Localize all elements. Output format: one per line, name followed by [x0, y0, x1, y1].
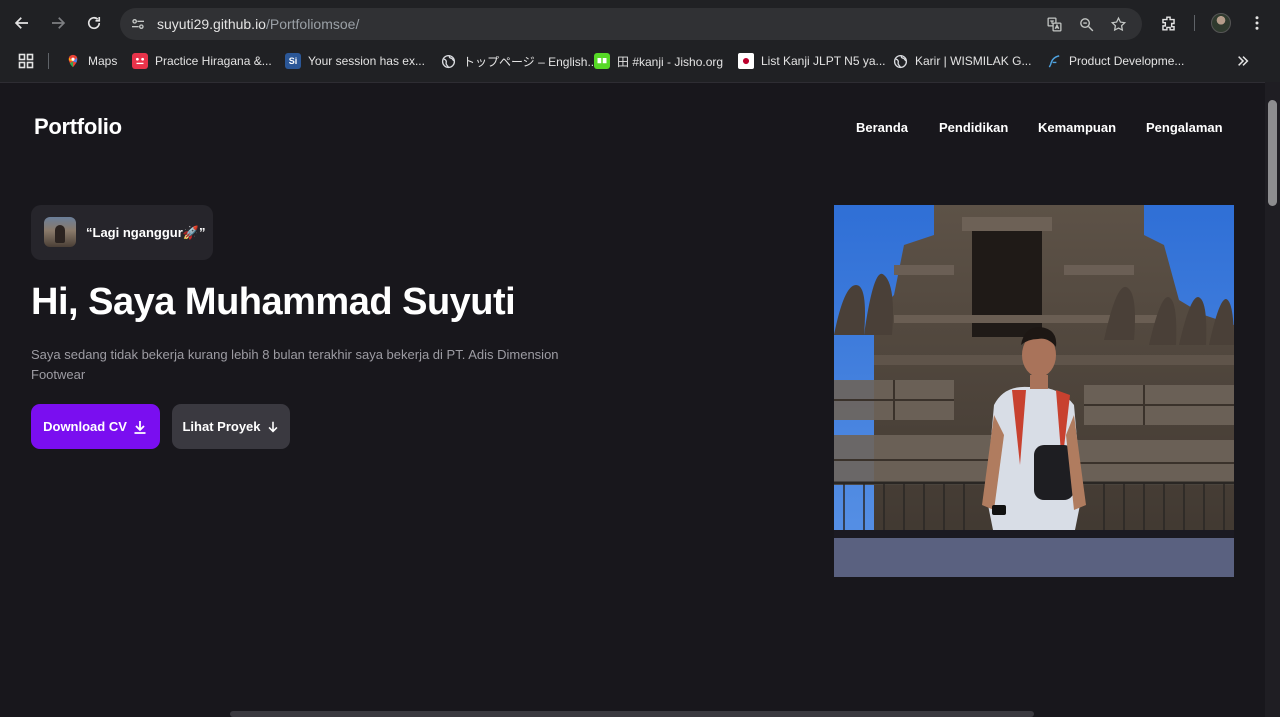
bookmarks-bar: Maps Practice Hiragana &... Si Your sess…	[0, 46, 1280, 76]
bookmark-item[interactable]: Maps	[65, 51, 117, 71]
profile-avatar[interactable]	[1211, 13, 1231, 33]
nav-link-kemampuan[interactable]: Kemampuan	[1038, 120, 1116, 135]
reload-icon	[87, 16, 101, 30]
bookmark-star-icon[interactable]	[1108, 14, 1128, 34]
bookmark-item[interactable]: Karir | WISMILAK G...	[892, 51, 1031, 71]
back-button[interactable]	[10, 11, 34, 35]
bookmark-item[interactable]: 田 #kanji - Jisho.org	[594, 51, 723, 71]
bookmark-label: Product Developme...	[1069, 54, 1185, 68]
site-logo[interactable]: Portfolio	[34, 114, 122, 140]
hero-subtext: Saya sedang tidak bekerja kurang lebih 8…	[31, 347, 559, 382]
bookmark-label: Your session has ex...	[308, 54, 425, 68]
url-path: /Portfoliomsoe/	[265, 16, 360, 32]
bookmark-label: Maps	[88, 54, 118, 68]
si-icon: Si	[285, 53, 301, 69]
japan-flag-icon	[738, 53, 754, 69]
more-bookmarks-icon[interactable]	[1236, 51, 1250, 71]
download-icon	[134, 420, 146, 434]
globe-icon	[892, 53, 908, 69]
bookmark-item[interactable]: Product Developme...	[1046, 51, 1184, 71]
address-bar[interactable]: suyuti29.github.io/Portfoliomsoe/	[120, 8, 1142, 40]
apps-grid-icon[interactable]	[18, 51, 34, 71]
bookmark-label: 田 #kanji - Jisho.org	[617, 54, 724, 69]
feather-icon	[1046, 53, 1062, 69]
bookmark-item[interactable]: Si Your session has ex...	[285, 51, 425, 71]
menu-kebab-icon[interactable]	[1246, 12, 1268, 34]
scrollbar-thumb[interactable]	[1268, 100, 1277, 206]
view-projects-button[interactable]: Lihat Proyek	[172, 404, 290, 449]
arrow-down-icon	[268, 421, 278, 432]
bookmark-label: Practice Hiragana &...	[155, 54, 272, 68]
arrow-right-icon	[52, 17, 66, 29]
browser-chrome: suyuti29.github.io/Portfoliomsoe/ Maps P…	[0, 0, 1280, 82]
bookmark-label: Karir | WISMILAK G...	[915, 54, 1032, 68]
url-text[interactable]: suyuti29.github.io/Portfoliomsoe/	[157, 16, 359, 32]
nav-link-pendidikan[interactable]: Pendidikan	[939, 120, 1008, 135]
bookmarks-divider	[48, 53, 49, 69]
bookmark-item[interactable]: List Kanji JLPT N5 ya...	[738, 51, 886, 71]
bookmark-item[interactable]: Practice Hiragana &...	[132, 51, 272, 71]
download-cv-button[interactable]: Download CV	[31, 404, 160, 449]
bookmark-label: List Kanji JLPT N5 ya...	[761, 54, 886, 68]
status-text: “Lagi nganggur🚀”	[86, 225, 206, 240]
reload-button[interactable]	[82, 11, 106, 35]
page-viewport: Portfolio Beranda Pendidikan Kemampuan P…	[0, 82, 1265, 717]
maps-pin-icon	[65, 53, 81, 69]
toolbar-divider	[1194, 15, 1195, 31]
hiragana-icon	[132, 53, 148, 69]
site-settings-icon[interactable]	[128, 14, 148, 34]
arrow-left-icon	[14, 17, 28, 29]
globe-icon	[440, 53, 456, 69]
view-projects-label: Lihat Proyek	[182, 419, 261, 434]
url-host: suyuti29.github.io	[157, 16, 266, 32]
horizontal-scrollbar[interactable]	[230, 711, 1034, 717]
translate-icon[interactable]	[1044, 14, 1064, 34]
bookmark-label: トップページ – English...	[463, 54, 598, 69]
browser-toolbar: suyuti29.github.io/Portfoliomsoe/	[0, 0, 1280, 46]
profile-photo	[834, 205, 1234, 577]
hero-headline: Hi, Saya Muhammad Suyuti	[31, 281, 516, 323]
jisho-icon	[594, 53, 610, 69]
zoom-icon[interactable]	[1076, 14, 1096, 34]
extensions-icon[interactable]	[1157, 12, 1179, 34]
status-chip: “Lagi nganggur🚀”	[31, 205, 213, 260]
nav-link-pengalaman[interactable]: Pengalaman	[1146, 120, 1223, 135]
nav-link-beranda[interactable]: Beranda	[856, 120, 908, 135]
forward-button[interactable]	[46, 11, 70, 35]
avatar	[44, 217, 76, 247]
bookmark-item[interactable]: トップページ – English...	[440, 51, 597, 71]
download-cv-label: Download CV	[43, 419, 127, 434]
